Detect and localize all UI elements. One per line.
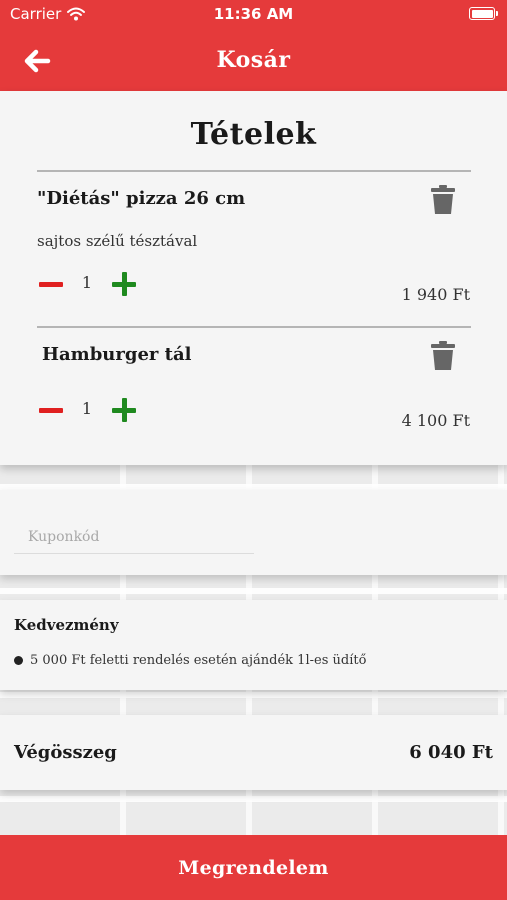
coupon-card (0, 490, 507, 575)
delete-item-button[interactable] (430, 185, 456, 215)
total-label: Végösszeg (14, 742, 117, 763)
bullet-icon (14, 656, 23, 665)
quantity-decrease-button[interactable] (39, 400, 63, 420)
cart-items-card: Tételek "Diétás" pizza 26 cm sajtos szél… (0, 91, 507, 465)
quantity-increase-button[interactable] (112, 272, 136, 296)
status-time: 11:36 AM (213, 5, 294, 23)
status-bar: Carrier 11:36 AM (0, 0, 507, 30)
discount-item: 5 000 Ft feletti rendelés esetén ajándék… (14, 653, 366, 668)
nav-bar: Kosár (0, 30, 507, 91)
total-value: 6 040 Ft (409, 742, 493, 763)
discount-title: Kedvezmény (14, 616, 119, 634)
total-card: Végösszeg 6 040 Ft (0, 715, 507, 790)
items-heading: Tételek (190, 117, 317, 152)
delete-item-button[interactable] (430, 341, 456, 371)
divider (37, 326, 471, 328)
item-price-pizza: 1 940 Ft (401, 285, 470, 304)
item-description-pizza: sajtos szélű tésztával (37, 232, 198, 250)
discount-text: 5 000 Ft feletti rendelés esetén ajándék… (30, 653, 367, 668)
trash-icon (431, 185, 455, 214)
quantity-increase-button[interactable] (112, 398, 136, 422)
item-price-hamburger: 4 100 Ft (401, 411, 470, 430)
quantity-decrease-button[interactable] (39, 274, 63, 294)
quantity-value: 1 (81, 273, 93, 292)
quantity-value: 1 (81, 399, 93, 418)
page-title: Kosár (216, 47, 291, 73)
item-name-pizza: "Diétás" pizza 26 cm (37, 188, 246, 209)
divider (37, 170, 471, 172)
battery-icon (469, 7, 498, 20)
item-name-hamburger: Hamburger tál (42, 344, 192, 365)
trash-icon (431, 341, 455, 370)
coupon-input[interactable] (14, 520, 254, 554)
order-button[interactable]: Megrendelem (0, 835, 507, 900)
discount-card: Kedvezmény 5 000 Ft feletti rendelés ese… (0, 600, 507, 690)
